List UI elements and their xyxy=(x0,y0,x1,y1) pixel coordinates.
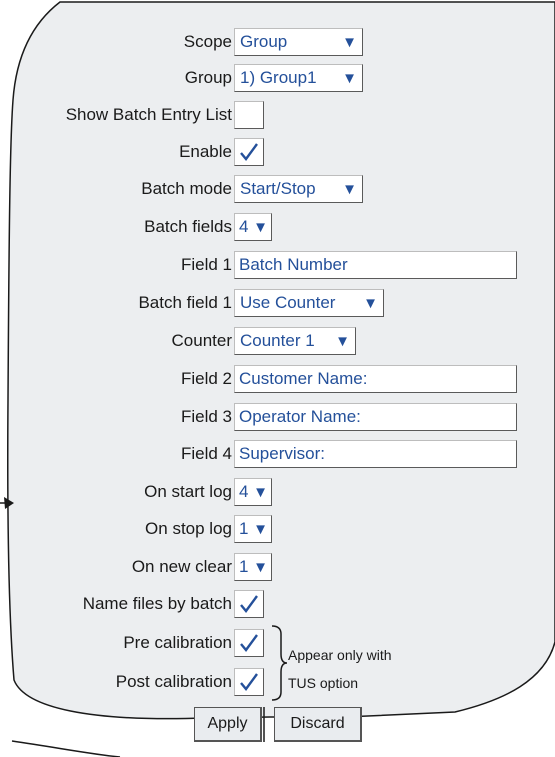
batch-field-1-dropdown[interactable]: Use Counter ▼ xyxy=(234,289,384,317)
row-show-batch-entry-list: Show Batch Entry List xyxy=(0,100,555,130)
row-on-new-clear: On new clear 1 ▼ xyxy=(0,552,555,582)
apply-button[interactable]: Apply xyxy=(194,707,262,742)
counter-dropdown[interactable]: Counter 1 ▼ xyxy=(234,327,356,355)
field-3-input[interactable]: Operator Name: xyxy=(234,403,517,431)
row-counter: Counter Counter 1 ▼ xyxy=(0,326,555,356)
row-group: Group 1) Group1 ▼ xyxy=(0,63,555,93)
batch-fields-value: 4 xyxy=(239,217,249,236)
dropdown-arrow-icon: ▼ xyxy=(342,33,357,51)
scope-label: Scope xyxy=(183,32,232,51)
row-pre-calibration: Pre calibration xyxy=(0,628,555,658)
group-label: Group xyxy=(184,68,232,87)
pre-calibration-label: Pre calibration xyxy=(123,633,232,652)
on-start-log-label: On start log xyxy=(144,482,232,501)
row-on-stop-log: On stop log 1 ▼ xyxy=(0,514,555,544)
counter-value: Counter 1 xyxy=(240,331,315,350)
row-batch-mode: Batch mode Start/Stop ▼ xyxy=(0,174,555,204)
callout-line xyxy=(11,740,121,757)
tus-note-line-2: TUS option xyxy=(288,675,359,691)
on-stop-log-label: On stop log xyxy=(145,519,232,538)
scope-dropdown[interactable]: Group ▼ xyxy=(234,28,363,56)
enable-checkbox[interactable] xyxy=(234,138,264,166)
checkmark-icon xyxy=(240,673,258,691)
row-field-4: Field 4 Supervisor: xyxy=(0,439,555,469)
batch-mode-dropdown[interactable]: Start/Stop ▼ xyxy=(234,175,363,203)
on-start-log-dropdown[interactable]: 4 ▼ xyxy=(234,478,272,506)
dropdown-arrow-icon: ▼ xyxy=(342,69,357,87)
pre-calibration-checkbox[interactable] xyxy=(234,629,264,657)
field-1-label: Field 1 xyxy=(180,255,232,274)
group-value: 1) Group1 xyxy=(240,68,317,87)
field-1-input[interactable]: Batch Number xyxy=(234,251,517,279)
name-files-by-batch-label: Name files by batch xyxy=(82,594,232,613)
on-stop-log-dropdown[interactable]: 1 ▼ xyxy=(234,515,272,543)
row-field-2: Field 2 Customer Name: xyxy=(0,364,555,394)
field-4-label: Field 4 xyxy=(180,444,232,463)
name-files-by-batch-checkbox[interactable] xyxy=(234,590,264,618)
post-calibration-label: Post calibration xyxy=(115,672,232,691)
on-stop-log-value: 1 xyxy=(239,519,249,538)
row-batch-fields: Batch fields 4 ▼ xyxy=(0,212,555,242)
batch-fields-label: Batch fields xyxy=(144,217,232,236)
show-batch-entry-list-label: Show Batch Entry List xyxy=(65,105,232,124)
dropdown-arrow-icon: ▼ xyxy=(335,332,350,350)
field-2-label: Field 2 xyxy=(180,369,232,388)
row-on-start-log: On start log 4 ▼ xyxy=(0,477,555,507)
row-scope: Scope Group ▼ xyxy=(0,27,555,57)
post-calibration-checkbox[interactable] xyxy=(234,668,264,696)
on-new-clear-dropdown[interactable]: 1 ▼ xyxy=(234,553,272,581)
batch-field-1-label: Batch field 1 xyxy=(138,293,232,312)
batch-mode-value: Start/Stop xyxy=(240,179,316,198)
row-field-3: Field 3 Operator Name: xyxy=(0,402,555,432)
row-post-calibration: Post calibration xyxy=(0,667,555,697)
row-name-files-by-batch: Name files by batch xyxy=(0,589,555,619)
dropdown-arrow-icon: ▼ xyxy=(253,218,268,236)
show-batch-entry-list-checkbox[interactable] xyxy=(234,101,264,129)
counter-label: Counter xyxy=(171,331,232,350)
row-field-1: Field 1 Batch Number xyxy=(0,250,555,280)
dropdown-arrow-icon: ▼ xyxy=(253,520,268,538)
row-batch-field-1: Batch field 1 Use Counter ▼ xyxy=(0,288,555,318)
discard-button[interactable]: Discard xyxy=(274,707,362,742)
group-dropdown[interactable]: 1) Group1 ▼ xyxy=(234,64,363,92)
batch-field-1-value: Use Counter xyxy=(240,293,336,312)
checkmark-icon xyxy=(240,595,258,613)
row-enable: Enable xyxy=(0,137,555,167)
on-start-log-value: 4 xyxy=(239,482,249,501)
checkmark-icon xyxy=(240,143,258,161)
field-4-input[interactable]: Supervisor: xyxy=(234,440,517,468)
on-new-clear-label: On new clear xyxy=(131,557,232,576)
tus-note-line-1: Appear only with xyxy=(288,647,392,663)
scope-value: Group xyxy=(240,32,288,51)
dropdown-arrow-icon: ▼ xyxy=(363,294,378,312)
field-3-label: Field 3 xyxy=(180,407,232,426)
checkmark-icon xyxy=(240,634,258,652)
batch-mode-label: Batch mode xyxy=(141,179,232,198)
batch-fields-dropdown[interactable]: 4 ▼ xyxy=(234,213,272,241)
enable-label: Enable xyxy=(179,142,232,161)
on-new-clear-value: 1 xyxy=(239,557,249,576)
dropdown-arrow-icon: ▼ xyxy=(253,558,268,576)
dropdown-arrow-icon: ▼ xyxy=(342,180,357,198)
field-2-input[interactable]: Customer Name: xyxy=(234,365,517,393)
dropdown-arrow-icon: ▼ xyxy=(253,483,268,501)
